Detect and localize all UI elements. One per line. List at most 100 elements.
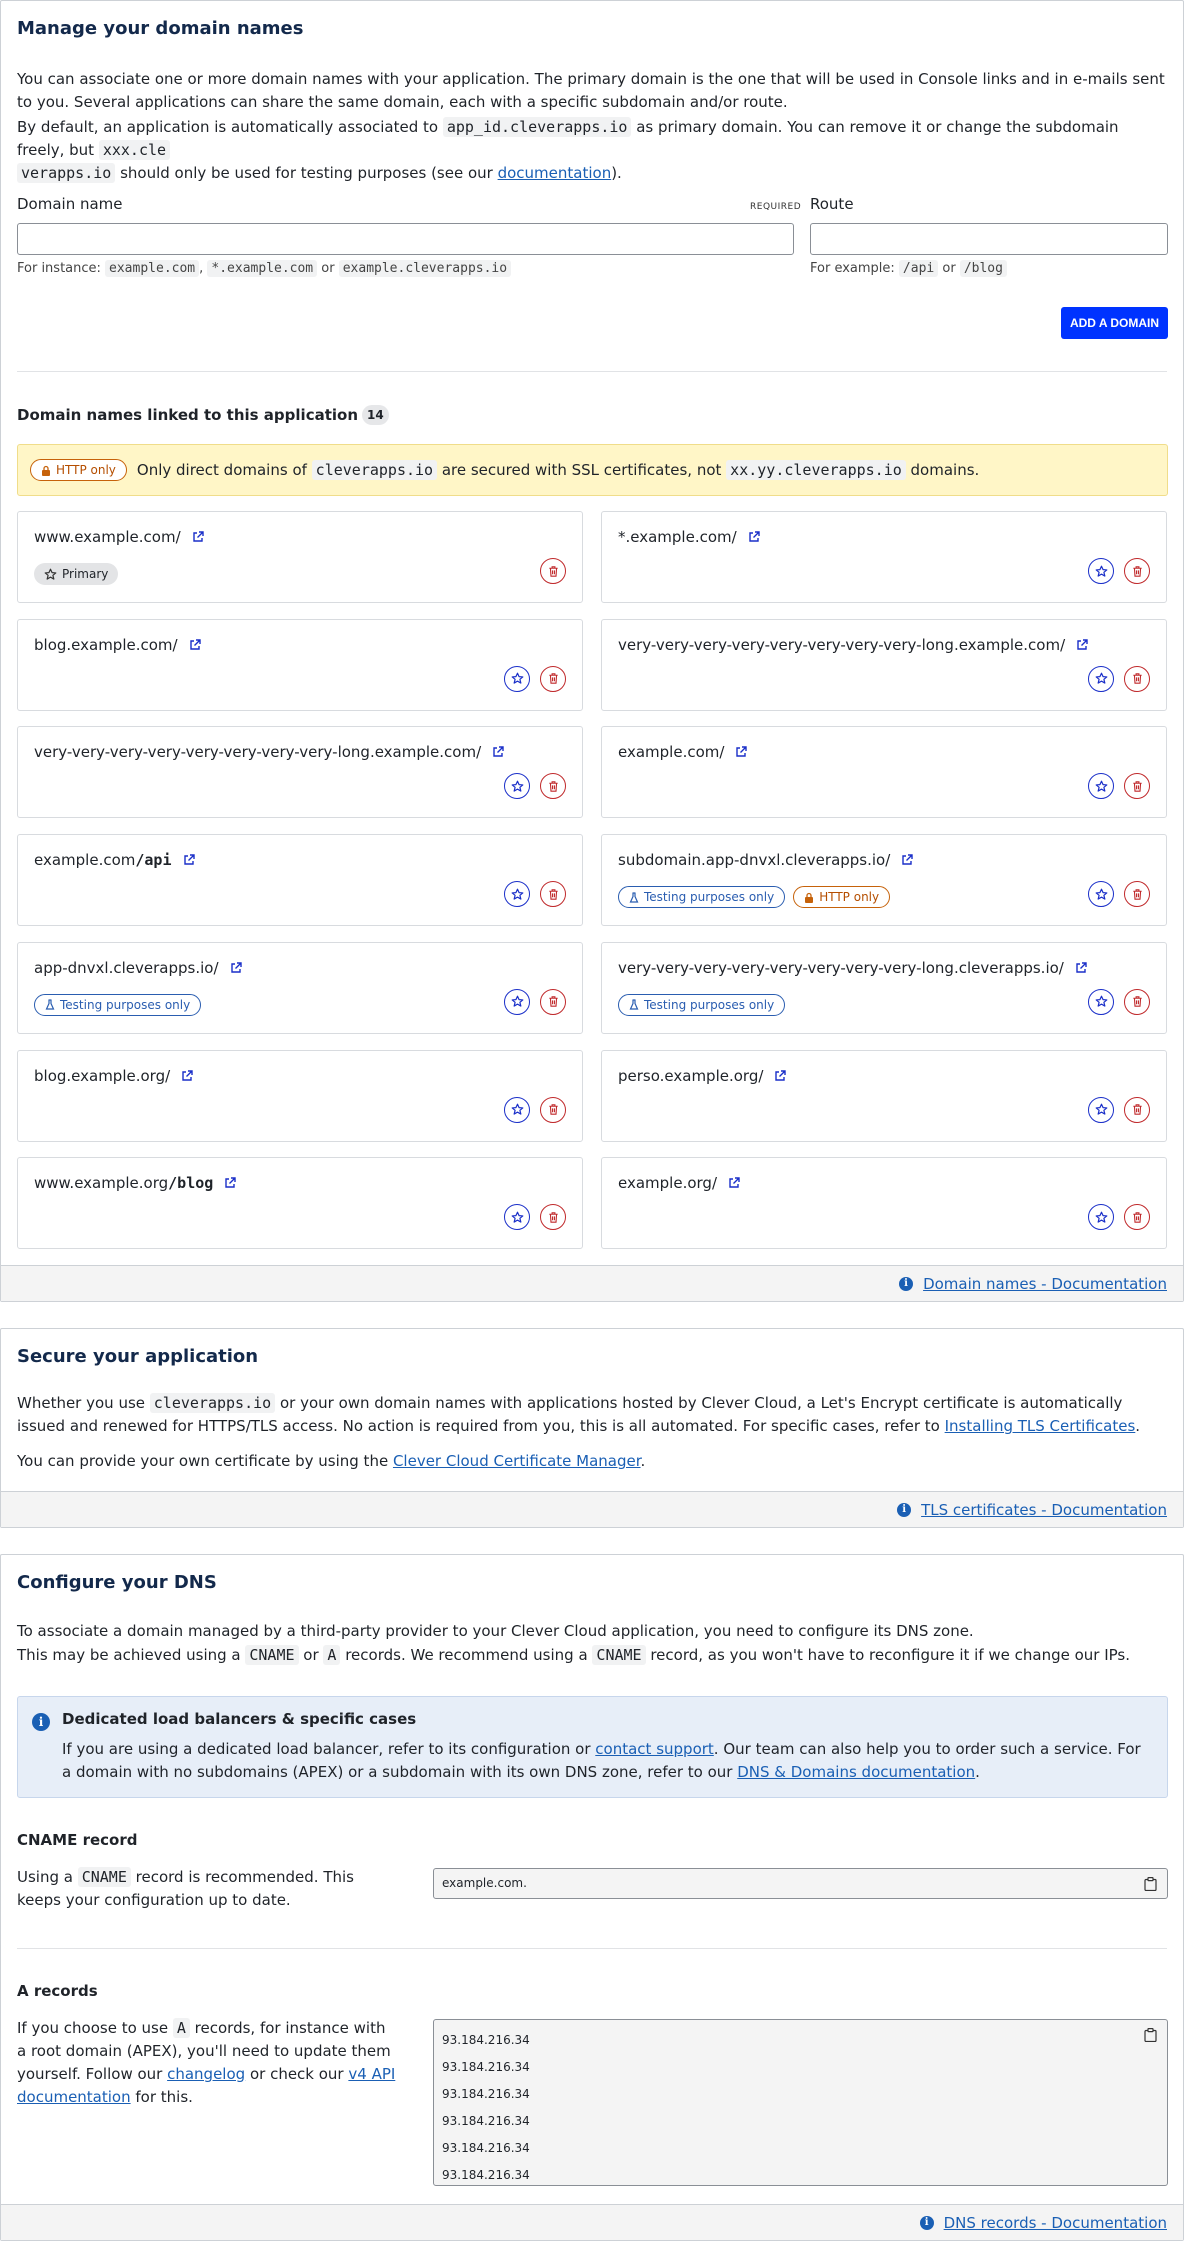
domain-docs-link[interactable]: Domain names - Documentation bbox=[923, 1275, 1167, 1293]
domain-actions bbox=[1088, 665, 1150, 692]
domain-name-input[interactable] bbox=[17, 223, 794, 255]
domain-name-text: example.org/ bbox=[618, 1174, 717, 1193]
flask-icon bbox=[45, 999, 55, 1010]
delete-domain-button[interactable] bbox=[540, 1204, 566, 1231]
info-icon: i bbox=[899, 1276, 914, 1291]
external-link-icon[interactable] bbox=[229, 961, 243, 975]
installing-tls-link[interactable]: Installing TLS Certificates bbox=[945, 1417, 1136, 1435]
domain-name: *.example.com/ bbox=[618, 528, 761, 546]
set-primary-button[interactable] bbox=[504, 773, 530, 800]
set-primary-button[interactable] bbox=[1088, 773, 1114, 800]
domain-card: very-very-very-very-very-very-very-very-… bbox=[601, 618, 1167, 711]
a-record-value: 93.184.216.34 bbox=[442, 2087, 530, 2101]
delete-domain-button[interactable] bbox=[540, 558, 566, 584]
domain-name: subdomain.app-dnvxl.cleverapps.io/ bbox=[618, 851, 914, 869]
delete-domain-button[interactable] bbox=[540, 773, 566, 800]
external-link-icon[interactable] bbox=[182, 853, 196, 867]
changelog-link[interactable]: changelog bbox=[167, 2065, 245, 2083]
tls-docs-link[interactable]: TLS certificates - Documentation bbox=[921, 1501, 1167, 1519]
delete-domain-button[interactable] bbox=[540, 881, 566, 908]
domain-name-text: subdomain.app-dnvxl.cleverapps.io/ bbox=[618, 851, 891, 870]
copy-icon[interactable] bbox=[1144, 2028, 1157, 2042]
set-primary-button[interactable] bbox=[504, 1204, 530, 1231]
domain-name-text: example.com/api bbox=[34, 851, 172, 870]
delete-domain-button[interactable] bbox=[540, 988, 566, 1015]
set-primary-button[interactable] bbox=[1088, 988, 1114, 1015]
set-primary-button[interactable] bbox=[504, 1096, 530, 1123]
set-primary-button[interactable] bbox=[1088, 1096, 1114, 1123]
flask-icon bbox=[629, 891, 639, 903]
cname-value-field[interactable]: example.com. bbox=[433, 1868, 1168, 1899]
documentation-link[interactable]: documentation bbox=[498, 164, 612, 182]
domain-actions bbox=[1088, 988, 1150, 1015]
external-link-icon[interactable] bbox=[773, 1069, 787, 1083]
domain-route: /blog bbox=[168, 1174, 214, 1193]
test-badge: Testing purposes only bbox=[34, 993, 202, 1016]
delete-domain-button[interactable] bbox=[540, 665, 566, 692]
external-link-icon[interactable] bbox=[900, 853, 914, 867]
contact-support-link[interactable]: contact support bbox=[595, 1740, 714, 1758]
manage-intro-1: You can associate one or more domain nam… bbox=[17, 70, 1165, 111]
code-xxx: xxx.cle bbox=[98, 140, 171, 160]
delete-domain-button[interactable] bbox=[1124, 1204, 1150, 1231]
domain-name: very-very-very-very-very-very-very-very-… bbox=[618, 636, 1089, 654]
set-primary-button[interactable] bbox=[504, 881, 530, 908]
box-title: Dedicated load balancers & specific case… bbox=[62, 1710, 417, 1728]
copy-icon[interactable] bbox=[1144, 1877, 1157, 1891]
external-link-icon[interactable] bbox=[727, 1176, 741, 1190]
delete-domain-button[interactable] bbox=[1124, 665, 1150, 692]
domain-card: example.com/ bbox=[601, 726, 1167, 819]
domain-actions bbox=[504, 988, 566, 1015]
external-link-icon[interactable] bbox=[747, 530, 761, 544]
a-record-value: 93.184.216.34 bbox=[442, 2033, 530, 2047]
external-link-icon[interactable] bbox=[734, 745, 748, 759]
set-primary-button[interactable] bbox=[1088, 1204, 1114, 1231]
dns-card: Configure your DNS To associate a domain… bbox=[0, 1554, 1184, 2241]
external-link-icon[interactable] bbox=[191, 530, 205, 544]
delete-domain-button[interactable] bbox=[1124, 1096, 1150, 1123]
set-primary-button[interactable] bbox=[1088, 558, 1114, 584]
dns-divider bbox=[17, 1948, 1167, 1949]
dns-domains-docs-link[interactable]: DNS & Domains documentation bbox=[737, 1763, 975, 1781]
required-tag: REQUIRED bbox=[750, 202, 802, 212]
certificate-manager-link[interactable]: Clever Cloud Certificate Manager bbox=[393, 1452, 641, 1470]
domain-name-text: perso.example.org/ bbox=[618, 1066, 764, 1085]
add-domain-button[interactable]: ADD A DOMAIN bbox=[1061, 307, 1168, 339]
external-link-icon[interactable] bbox=[1074, 961, 1088, 975]
dns-paragraph-2: This may be achieved using a CNAME or A … bbox=[17, 1645, 1131, 1665]
external-link-icon[interactable] bbox=[180, 1069, 194, 1083]
http-badge: HTTP only bbox=[793, 886, 891, 909]
domain-card: example.com/api bbox=[17, 834, 583, 927]
domain-name-text: blog.example.com/ bbox=[34, 635, 178, 654]
set-primary-button[interactable] bbox=[1088, 665, 1114, 692]
dns-paragraph-1: To associate a domain managed by a third… bbox=[17, 1622, 974, 1640]
domain-name: example.org/ bbox=[618, 1174, 741, 1192]
external-link-icon[interactable] bbox=[491, 745, 505, 759]
a-records-field[interactable]: 93.184.216.34 93.184.216.34 93.184.216.34 9… bbox=[433, 2019, 1168, 2186]
route-input[interactable] bbox=[810, 223, 1168, 255]
domain-docs-footer: i Domain names - Documentation bbox=[1, 1265, 1183, 1301]
manage-domains-card: Manage your domain names You can associa… bbox=[0, 0, 1184, 1302]
domain-actions bbox=[540, 558, 566, 584]
domain-name: www.example.com/ bbox=[34, 528, 205, 546]
delete-domain-button[interactable] bbox=[1124, 881, 1150, 908]
set-primary-button[interactable] bbox=[1088, 881, 1114, 908]
domain-card: very-very-very-very-very-very-very-very-… bbox=[601, 941, 1167, 1034]
lock-icon bbox=[804, 892, 814, 903]
delete-domain-button[interactable] bbox=[1124, 988, 1150, 1015]
delete-domain-button[interactable] bbox=[1124, 558, 1150, 584]
domain-card: app-dnvxl.cleverapps.io/Testing purposes… bbox=[17, 941, 583, 1034]
set-primary-button[interactable] bbox=[504, 988, 530, 1015]
external-link-icon[interactable] bbox=[188, 638, 202, 652]
external-link-icon[interactable] bbox=[1075, 638, 1089, 652]
delete-domain-button[interactable] bbox=[1124, 773, 1150, 800]
domain-actions bbox=[1088, 1096, 1150, 1123]
dns-docs-link[interactable]: DNS records - Documentation bbox=[944, 2214, 1167, 2232]
domain-card: subdomain.app-dnvxl.cleverapps.io/Testin… bbox=[601, 834, 1167, 927]
delete-domain-button[interactable] bbox=[540, 1096, 566, 1123]
set-primary-button[interactable] bbox=[504, 665, 530, 692]
domain-card: perso.example.org/ bbox=[601, 1049, 1167, 1142]
route-hint: For example: /api or /blog bbox=[810, 260, 1007, 277]
domain-name-text: example.com/ bbox=[618, 743, 725, 762]
external-link-icon[interactable] bbox=[223, 1176, 237, 1190]
